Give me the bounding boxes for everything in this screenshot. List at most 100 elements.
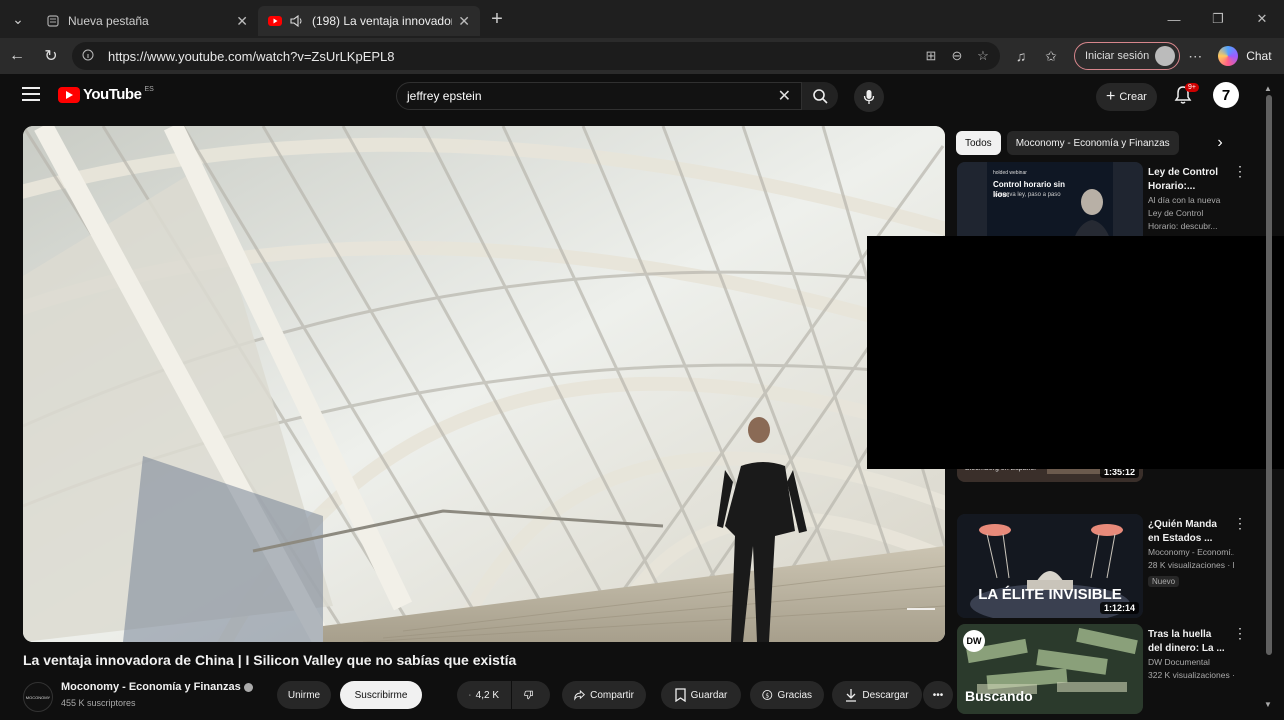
share-icon xyxy=(574,689,586,701)
chevron-right-icon[interactable]: › xyxy=(1208,130,1232,156)
download-icon xyxy=(846,689,857,702)
voice-search-button[interactable] xyxy=(854,82,884,112)
guide-menu-icon[interactable] xyxy=(22,87,40,101)
tab-actions-chevron-icon[interactable]: ⌄ xyxy=(0,0,36,38)
microphone-icon xyxy=(863,90,875,104)
thumbs-up-icon xyxy=(469,694,471,696)
url-text[interactable]: https://www.youtube.com/watch?v=ZsUrLKpE… xyxy=(108,49,395,64)
related-video-channel[interactable]: Moconomy - Economí... xyxy=(1148,546,1234,559)
tab-youtube-video[interactable]: (198) La ventaja innovadora d ✕ xyxy=(258,6,480,36)
create-button[interactable]: + Crear xyxy=(1096,83,1157,111)
chip-channel[interactable]: Moconomy - Economía y Finanzas xyxy=(1006,131,1179,155)
restore-icon[interactable]: ❐ xyxy=(1196,0,1240,38)
clear-search-icon[interactable]: ✕ xyxy=(778,86,791,106)
related-video-title[interactable]: Tras la huella del dinero: La ... xyxy=(1148,628,1228,656)
like-button[interactable]: 4,2 K xyxy=(457,681,511,709)
minimize-icon[interactable]: — xyxy=(1152,0,1196,38)
site-info-icon[interactable] xyxy=(82,49,98,64)
notification-count-badge: 9+ xyxy=(1185,83,1199,92)
chip-todos[interactable]: Todos xyxy=(956,131,1001,155)
download-button[interactable]: Descargar xyxy=(832,681,922,709)
thumbs-down-icon xyxy=(524,690,533,700)
more-horizontal-icon: ••• xyxy=(932,689,944,701)
filter-chips: Todos Moconomy - Economía y Finanzas xyxy=(956,130,1185,156)
new-badge: Nuevo xyxy=(1148,576,1180,587)
scroll-down-arrow-icon[interactable]: ▼ xyxy=(1264,700,1272,709)
youtube-play-icon xyxy=(58,86,80,103)
related-video-meta: Al día con la nueva xyxy=(1148,195,1221,205)
related-video-title[interactable]: ¿Quién Manda en Estados ... xyxy=(1148,518,1228,546)
reload-icon[interactable]: ↻ xyxy=(34,38,68,74)
address-bar[interactable]: https://www.youtube.com/watch?v=ZsUrLKpE… xyxy=(72,42,1000,70)
video-duration: 1:12:14 xyxy=(1099,602,1139,614)
subscribe-button[interactable]: Suscribirme xyxy=(340,681,422,709)
save-button[interactable]: Guardar xyxy=(661,681,741,709)
page-scrollbar-thumb[interactable] xyxy=(1266,95,1272,655)
related-video-meta: Ley de Control xyxy=(1148,208,1204,218)
youtube-favicon-icon xyxy=(268,14,282,28)
plus-icon: + xyxy=(1106,88,1116,105)
tab-close-icon[interactable]: ✕ xyxy=(236,13,248,30)
related-video-card[interactable]: DW Buscando Tras la huella del dinero: L… xyxy=(957,624,1267,714)
search-query[interactable]: jeffrey epstein xyxy=(407,89,778,103)
channel-name[interactable]: Moconomy - Economía y Finanzas xyxy=(61,681,253,693)
subscriber-count: 455 K suscriptores xyxy=(61,698,136,708)
back-arrow-icon[interactable]: ← xyxy=(0,38,34,74)
youtube-logo-text: YouTube xyxy=(83,86,142,103)
share-button[interactable]: Compartir xyxy=(562,681,646,709)
account-avatar[interactable]: 7 xyxy=(1213,82,1239,108)
media-control-icon[interactable]: ♫ xyxy=(1006,48,1036,64)
copilot-chat-button[interactable]: Chat xyxy=(1218,46,1272,66)
address-bar-icons: ⊞ ⊖ ☆ xyxy=(918,42,996,70)
share-label: Compartir xyxy=(590,689,634,701)
browser-tab-bar: ⌄ Nueva pestaña ✕ (198) La ventaja innov… xyxy=(0,0,1284,38)
svg-text:$: $ xyxy=(765,692,769,699)
new-tab-button[interactable]: + xyxy=(480,4,514,34)
profile-avatar-icon xyxy=(1155,46,1176,66)
more-actions-button[interactable]: ••• xyxy=(923,681,953,709)
related-video-views: 322 K visualizaciones · xyxy=(1148,670,1234,680)
page-icon xyxy=(46,14,60,28)
close-window-icon[interactable]: ✕ xyxy=(1240,0,1284,38)
video-owner-row: MOCONOMY Moconomy - Economía y Finanzas … xyxy=(23,680,953,716)
channel-name-text[interactable]: Moconomy - Economía y Finanzas xyxy=(61,681,241,693)
notifications-button[interactable]: 9+ xyxy=(1174,83,1199,109)
kebab-menu-icon[interactable]: ⋮ xyxy=(1233,164,1247,178)
video-thumbnail[interactable]: DW Buscando xyxy=(957,624,1143,714)
sign-in-button[interactable]: Iniciar sesión xyxy=(1074,42,1181,70)
kebab-menu-icon[interactable]: ⋮ xyxy=(1233,626,1247,640)
join-button[interactable]: Unirme xyxy=(277,681,331,709)
channel-avatar[interactable]: MOCONOMY xyxy=(23,682,53,712)
favorites-icon[interactable]: ✩ xyxy=(1036,48,1066,65)
search-icon xyxy=(813,89,828,104)
tab-title: (198) La ventaja innovadora d xyxy=(312,14,452,28)
kebab-menu-icon[interactable]: ⋮ xyxy=(1233,516,1247,530)
youtube-logo[interactable]: YouTube ES xyxy=(58,86,154,103)
search-input[interactable]: jeffrey epstein ✕ xyxy=(396,82,802,110)
related-video-views: 28 K visualizaciones · h xyxy=(1148,560,1234,570)
youtube-header: YouTube ES jeffrey epstein ✕ + Crear 9+ … xyxy=(8,74,1276,120)
search-button[interactable] xyxy=(802,82,838,110)
more-options-icon[interactable]: ⋯ xyxy=(1180,48,1210,65)
thanks-button[interactable]: $ Gracias xyxy=(750,681,824,709)
dislike-button[interactable] xyxy=(512,681,550,709)
window-controls: — ❐ ✕ xyxy=(1152,0,1284,38)
favorite-star-icon[interactable]: ☆ xyxy=(970,48,996,64)
zoom-icon[interactable]: ⊖ xyxy=(944,48,970,64)
speaker-icon[interactable] xyxy=(290,14,304,28)
tab-new-tab[interactable]: Nueva pestaña ✕ xyxy=(36,6,258,36)
video-thumbnail[interactable]: LA ÉLITE INVISIBLE 1:12:14 xyxy=(957,514,1143,618)
thumb-headline: LA ÉLITE INVISIBLE xyxy=(978,586,1122,603)
create-label: Crear xyxy=(1119,91,1147,103)
browser-right-tools: ♫ ✩ Iniciar sesión ⋯ Chat xyxy=(1006,42,1272,70)
video-player[interactable] xyxy=(23,126,945,642)
tab-close-icon[interactable]: ✕ xyxy=(458,13,470,30)
thumb-subline: la nueva ley, paso a paso xyxy=(993,192,1061,198)
app-available-icon[interactable]: ⊞ xyxy=(918,48,944,64)
scroll-up-arrow-icon[interactable]: ▲ xyxy=(1264,84,1272,93)
sign-in-label: Iniciar sesión xyxy=(1085,50,1150,62)
tab-title: Nueva pestaña xyxy=(68,14,149,28)
related-video-channel[interactable]: DW Documental xyxy=(1148,656,1234,669)
related-video-card[interactable]: LA ÉLITE INVISIBLE 1:12:14 ¿Quién Manda … xyxy=(957,514,1267,618)
related-video-title[interactable]: Ley de Control Horario:... xyxy=(1148,166,1228,194)
